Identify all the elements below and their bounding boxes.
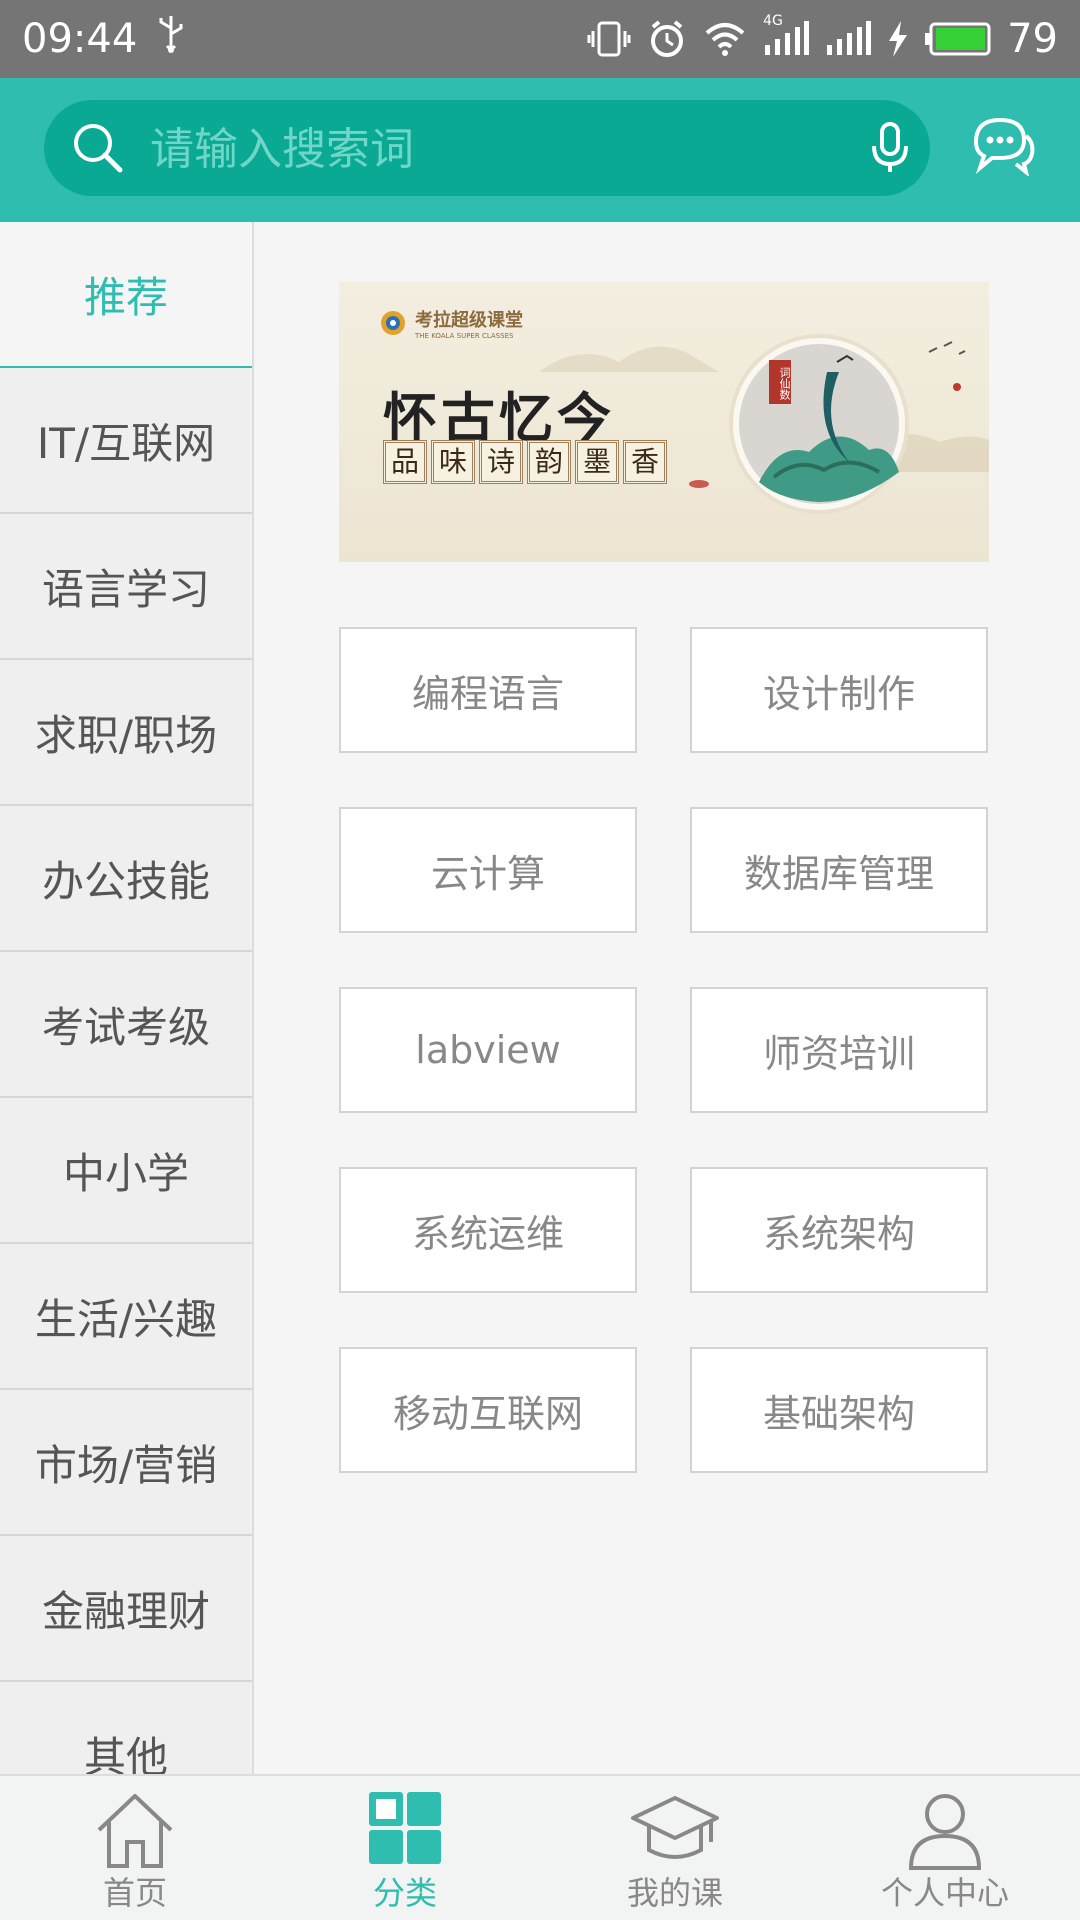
sidebar-item-label: 推荐 [83, 272, 168, 322]
category-button-sysops[interactable]: 系统运维 [339, 1167, 637, 1293]
category-button-label: 系统运维 [411, 1211, 564, 1256]
nav-home[interactable]: 首页 [0, 1776, 270, 1920]
banner-seal-text: 词仙数 [778, 366, 791, 400]
battery-percent: 79 [1007, 16, 1058, 62]
promo-banner[interactable]: 考拉超级课堂 THE KOALA SUPER CLASSES 怀古忆今 品 味 … [339, 282, 989, 562]
top-app-bar [0, 78, 1080, 222]
category-button-label: 师资培训 [762, 1031, 915, 1076]
banner-subtitle-char: 品 [383, 440, 427, 484]
sidebar-item-recommend[interactable]: 推荐 [0, 222, 252, 368]
category-button-infrastructure[interactable]: 基础架构 [690, 1347, 988, 1473]
banner-seal: 词仙数 [769, 360, 791, 404]
message-chat-icon[interactable] [970, 114, 1036, 180]
nav-profile[interactable]: 个人中心 [810, 1776, 1080, 1920]
banner-subtitle-char: 韵 [527, 440, 571, 484]
sidebar-item-label: 考试考级 [41, 1002, 210, 1052]
sidebar-item-label: 中小学 [62, 1148, 189, 1198]
banner-subtitle-char: 香 [623, 440, 667, 484]
search-box[interactable] [44, 100, 930, 198]
search-icon [70, 120, 126, 180]
sidebar-item-label: 语言学习 [41, 564, 210, 614]
category-button-label: 云计算 [430, 851, 545, 896]
nav-label: 个人中心 [880, 1874, 1009, 1912]
sidebar-item-career[interactable]: 求职/职场 [0, 660, 252, 806]
sidebar-item-label: 金融理财 [41, 1586, 210, 1636]
charging-icon [887, 21, 909, 57]
category-button-sys-architecture[interactable]: 系统架构 [690, 1167, 988, 1293]
koala-logo-icon [381, 311, 405, 335]
status-time: 09:44 [22, 16, 138, 62]
banner-ink-painting [719, 332, 929, 526]
koala-logo-subtext: THE KOALA SUPER CLASSES [415, 332, 514, 340]
category-grid-icon [369, 1792, 441, 1864]
sidebar-item-office-skills[interactable]: 办公技能 [0, 806, 252, 952]
sidebar-item-label: 生活/兴趣 [34, 1294, 218, 1344]
graduation-cap-icon [631, 1796, 719, 1859]
network-type-label: 4G [763, 13, 783, 29]
nav-category[interactable]: 分类 [270, 1776, 540, 1920]
koala-logo-text: 考拉超级课堂 [415, 310, 523, 331]
category-button-label: 设计制作 [762, 671, 915, 716]
category-button-mobile-internet[interactable]: 移动互联网 [339, 1347, 637, 1473]
sidebar-item-lifestyle[interactable]: 生活/兴趣 [0, 1244, 252, 1390]
sidebar-item-label: IT/互联网 [36, 418, 216, 468]
home-icon [97, 1794, 173, 1868]
battery-icon [925, 22, 991, 56]
category-button-label: 基础架构 [762, 1391, 915, 1436]
banner-subtitle: 品 味 诗 韵 墨 香 [383, 440, 667, 484]
microphone-icon[interactable] [870, 120, 910, 180]
person-icon [908, 1794, 982, 1870]
sidebar-item-label: 办公技能 [41, 856, 210, 906]
category-button-programming[interactable]: 编程语言 [339, 627, 637, 753]
category-button-label: 移动互联网 [392, 1391, 583, 1436]
sidebar-item-it-internet[interactable]: IT/互联网 [0, 368, 252, 514]
sidebar-item-label: 求职/职场 [34, 710, 218, 760]
sidebar-item-other[interactable]: 其他 [0, 1682, 252, 1775]
banner-subtitle-char: 墨 [575, 440, 619, 484]
signal-icon: 4G [763, 13, 810, 57]
status-bar: 09:44 4G 79 [0, 0, 1080, 78]
usb-icon [157, 14, 185, 64]
category-button-cloud[interactable]: 云计算 [339, 807, 637, 933]
category-content: 考拉超级课堂 THE KOALA SUPER CLASSES 怀古忆今 品 味 … [254, 222, 1080, 1774]
alarm-icon [647, 19, 687, 59]
nav-label: 首页 [102, 1874, 167, 1912]
nav-my-courses[interactable]: 我的课 [540, 1776, 810, 1920]
search-input[interactable] [148, 100, 872, 198]
nav-label: 分类 [372, 1874, 437, 1912]
sidebar-item-marketing[interactable]: 市场/营销 [0, 1390, 252, 1536]
sidebar-item-exams[interactable]: 考试考级 [0, 952, 252, 1098]
sidebar-item-k12[interactable]: 中小学 [0, 1098, 252, 1244]
category-button-teacher-training[interactable]: 师资培训 [690, 987, 988, 1113]
nav-label: 我的课 [626, 1874, 723, 1912]
koala-logo: 考拉超级课堂 THE KOALA SUPER CLASSES [379, 306, 523, 340]
category-sidebar: 推荐 IT/互联网 语言学习 求职/职场 办公技能 考试考级 中小学 生活/兴趣… [0, 222, 254, 1774]
category-button-label: 数据库管理 [743, 851, 934, 896]
banner-subtitle-char: 诗 [479, 440, 523, 484]
sidebar-item-finance[interactable]: 金融理财 [0, 1536, 252, 1682]
category-button-database[interactable]: 数据库管理 [690, 807, 988, 933]
category-button-label: 系统架构 [762, 1211, 915, 1256]
bottom-nav: 首页 分类 我的课 个人中心 [0, 1774, 1080, 1920]
vibrate-icon [587, 19, 631, 59]
sidebar-item-label: 市场/营销 [34, 1440, 218, 1490]
wifi-icon [703, 21, 747, 57]
signal-icon [825, 21, 872, 57]
sidebar-item-label: 其他 [83, 1732, 168, 1775]
category-button-labview[interactable]: labview [339, 987, 637, 1113]
sidebar-item-language[interactable]: 语言学习 [0, 514, 252, 660]
category-button-label: 编程语言 [411, 671, 564, 716]
banner-subtitle-char: 味 [431, 440, 475, 484]
category-button-label: labview [415, 1028, 561, 1072]
category-button-design[interactable]: 设计制作 [690, 627, 988, 753]
